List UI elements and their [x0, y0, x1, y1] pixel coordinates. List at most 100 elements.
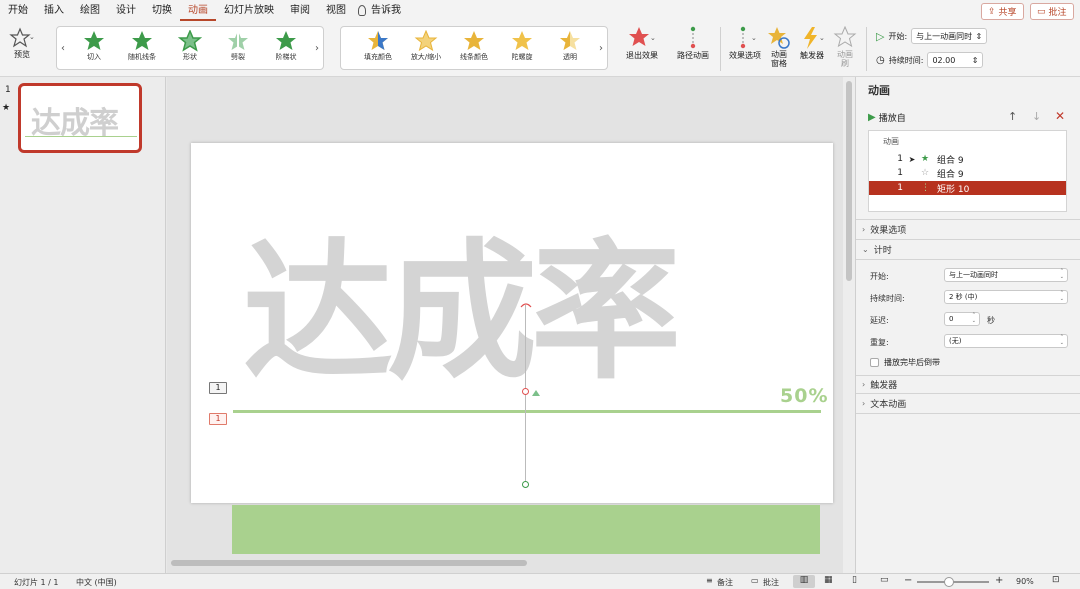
animation-list-item[interactable]: 1 ➤ ★ 组合 9 [869, 152, 1066, 166]
vertical-scrollbar[interactable] [843, 77, 855, 573]
delete-icon[interactable]: ✕ [1055, 109, 1065, 123]
effect-fly-in[interactable]: 切入 [69, 30, 119, 62]
animation-pane-button[interactable]: 动画 窗格 [766, 26, 792, 68]
effect-label: 放大/缩小 [410, 53, 442, 61]
timing-duration-select[interactable]: 2 秒 (中) [944, 290, 1068, 304]
zoom-slider-thumb[interactable] [944, 577, 954, 587]
percent-text[interactable]: 50% [780, 385, 828, 407]
effect-label: 透明 [563, 53, 577, 61]
share-label: 共享 [998, 8, 1017, 18]
star-gold-blue-icon [368, 31, 388, 50]
normal-view-icon[interactable]: ▥ [793, 575, 815, 588]
timing-section[interactable]: ⌄ 计时 [862, 243, 892, 256]
comments-button[interactable]: 批注 [763, 577, 779, 588]
divider [856, 413, 1080, 414]
timing-repeat-select[interactable]: (无) [944, 334, 1068, 348]
duration-input[interactable]: 02.00 ⇕ [927, 52, 984, 68]
tell-me[interactable]: 告诉我 [369, 0, 409, 21]
path-start-handle[interactable] [522, 481, 529, 488]
path-animation-button[interactable]: 路径动画 [672, 26, 714, 61]
effect-grow-shrink[interactable]: 放大/缩小 [401, 30, 451, 62]
path-end-handle[interactable] [522, 388, 529, 395]
menu-review[interactable]: 审阅 [282, 0, 318, 21]
menu-design[interactable]: 设计 [108, 0, 144, 21]
effect-stairs[interactable]: 阶梯状 [261, 30, 311, 62]
motion-path-icon [690, 26, 696, 49]
menu-animations[interactable]: 动画 [180, 0, 216, 21]
gallery-right-arrow-icon[interactable]: › [315, 43, 319, 54]
move-up-icon[interactable]: ↑ [1008, 110, 1017, 123]
text-animation-section[interactable]: › 文本动画 [862, 397, 906, 410]
item-order: 1 [897, 154, 903, 164]
share-button[interactable]: ⇪ 共享 [981, 3, 1024, 20]
play-from-button[interactable]: ▶ 播放自 [868, 111, 906, 124]
effect-split[interactable]: 劈裂 [213, 30, 263, 62]
effect-shape[interactable]: 形状 [165, 30, 215, 62]
timing-delay-unit: 秒 [987, 316, 995, 325]
trigger-button[interactable]: ⌄ 触发器 [797, 26, 827, 61]
svg-text:⌄: ⌄ [29, 33, 35, 41]
play-icon: ▷ [876, 29, 885, 43]
entrance-effects-gallery: ‹ 切入 随机线条 形状 劈裂 阶梯状 › [56, 26, 324, 70]
effect-fill-color[interactable]: 填充颜色 [353, 30, 403, 62]
fit-to-window-icon[interactable]: ⊡ [1052, 575, 1060, 585]
timing-delay-input[interactable]: 0 [944, 312, 980, 326]
status-bar: 幻灯片 1 / 1 中文 (中国) ≡ 备注 ▭ 批注 ▥ ▦ ▯ ▭ − + … [0, 573, 1080, 589]
gallery-left-arrow-icon[interactable]: ‹ [61, 43, 65, 54]
zoom-level[interactable]: 90% [1016, 577, 1034, 586]
comments-icon: ▭ [751, 576, 759, 585]
effect-spin[interactable]: 陀螺旋 [497, 30, 547, 62]
start-select[interactable]: 与上一动画同时 ⇕ [911, 28, 988, 44]
timing-start-select[interactable]: 与上一动画同时 [944, 268, 1068, 282]
menu-draw[interactable]: 绘图 [72, 0, 108, 21]
thumbnail-number: 1 [5, 85, 11, 95]
duration-label: 持续时间: [888, 55, 924, 65]
ribbon-separator [720, 27, 721, 71]
trigger-section[interactable]: › 触发器 [862, 378, 897, 391]
effect-options-section[interactable]: › 效果选项 [862, 223, 906, 236]
effect-label: 陀螺旋 [511, 53, 533, 61]
animation-tag[interactable]: 1 [209, 382, 227, 394]
progress-line[interactable] [233, 410, 821, 413]
gallery-right-arrow-icon[interactable]: › [599, 43, 603, 54]
effect-random-bars[interactable]: 随机线条 [117, 30, 167, 62]
svg-text:⌄: ⌄ [751, 34, 757, 42]
language-indicator[interactable]: 中文 (中国) [76, 577, 117, 588]
comment-button[interactable]: ▭ 批注 [1030, 3, 1074, 20]
zoom-out-icon[interactable]: − [904, 575, 912, 586]
animation-tag-selected[interactable]: 1 [209, 413, 227, 425]
preview-button[interactable]: ⌄ 预览 [6, 27, 38, 60]
move-down-icon[interactable]: ↓ [1032, 110, 1041, 123]
lightbulb-icon [358, 5, 366, 16]
zoom-in-icon[interactable]: + [995, 575, 1003, 586]
menu-home[interactable]: 开始 [0, 0, 36, 21]
cursor-icon: ➤ [908, 154, 916, 164]
effect-options-button[interactable]: ⌄ 效果选项 [726, 26, 764, 61]
vertical-scroll-thumb[interactable] [846, 81, 852, 281]
menu-insert[interactable]: 插入 [36, 0, 72, 21]
star-red-icon: ⌄ [629, 27, 656, 46]
menu-transitions[interactable]: 切换 [144, 0, 180, 21]
sorter-view-icon[interactable]: ▦ [824, 575, 833, 585]
slide-thumbnail[interactable]: 达成率 [18, 83, 142, 153]
menu-slideshow[interactable]: 幻灯片放映 [216, 0, 282, 21]
star-gold-outline-icon [414, 30, 438, 52]
slide-canvas[interactable]: 达成率 50% 1 1 [191, 143, 833, 503]
effect-line-color[interactable]: 线条颜色 [449, 30, 499, 62]
rewind-checkbox[interactable] [870, 358, 879, 367]
slide-title-text[interactable]: 达成率 [243, 213, 681, 413]
green-rectangle-shape[interactable] [232, 505, 820, 554]
section-label: 效果选项 [870, 226, 907, 236]
notes-button[interactable]: 备注 [717, 577, 733, 588]
menu-view[interactable]: 视图 [318, 0, 354, 21]
horizontal-scrollbar[interactable] [171, 560, 527, 566]
reading-view-icon[interactable]: ▯ [852, 575, 857, 585]
animation-list-item-selected[interactable]: 1 ⋮ 矩形 10 [869, 181, 1066, 195]
exit-effects-button[interactable]: ⌄ 退出效果 [622, 26, 662, 61]
thumbnail-line [25, 136, 137, 137]
effect-transparency[interactable]: 透明 [545, 30, 595, 62]
animation-painter-button[interactable]: 动画 刷 [832, 26, 858, 68]
slideshow-view-icon[interactable]: ▭ [880, 575, 889, 585]
rotate-handle-icon[interactable] [519, 302, 533, 312]
animation-list-item[interactable]: 1 ☆ 组合 9 [869, 166, 1066, 180]
